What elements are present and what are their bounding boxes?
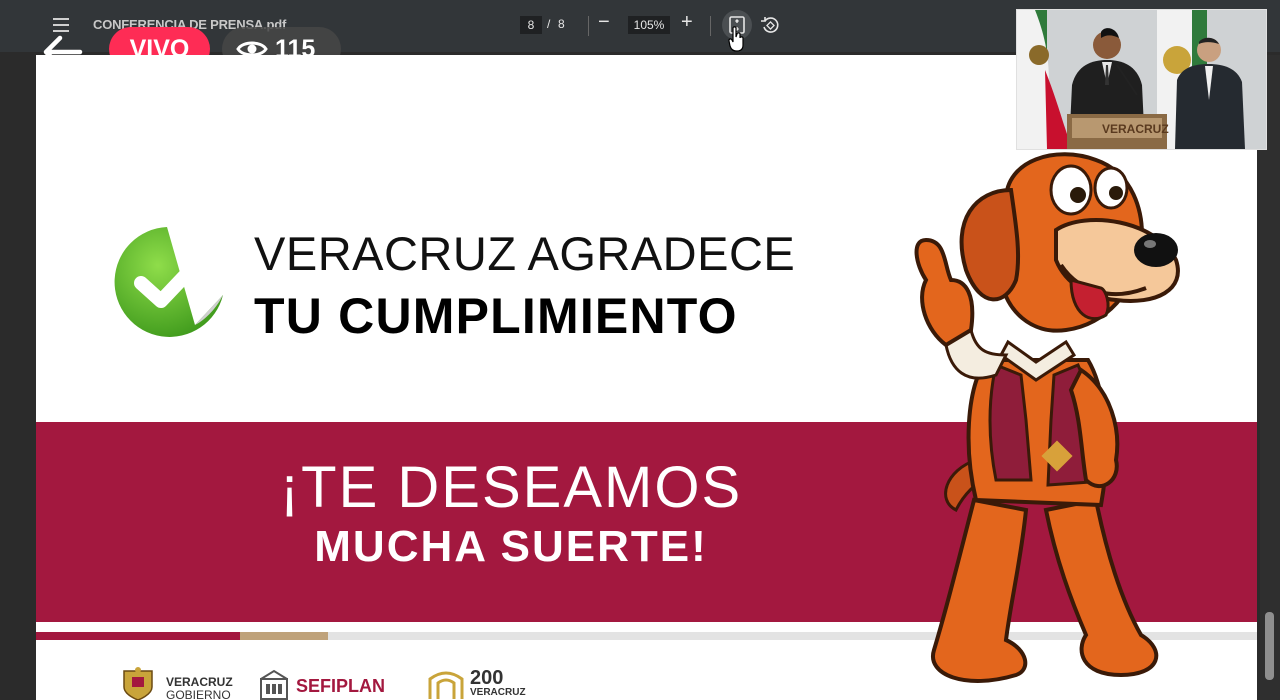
- zoom-out-button[interactable]: −: [598, 11, 610, 34]
- rotate-button[interactable]: [758, 13, 782, 37]
- zoom-in-button[interactable]: +: [681, 11, 693, 34]
- logo-veracruz-text: VERACRUZ: [166, 675, 233, 689]
- headline-line-1: VERACRUZ AGRADECE: [254, 227, 796, 280]
- logo-bicentenario: 200 VERACRUZ: [426, 667, 526, 700]
- stripe-maroon: [36, 632, 240, 640]
- page-separator: /: [547, 17, 551, 31]
- page-total: 8: [558, 17, 565, 31]
- rotate-icon: [761, 17, 779, 33]
- headline-line-2: TU CUMPLIMIENTO: [254, 288, 738, 344]
- hand-cursor-icon: [728, 26, 744, 52]
- sefiplan-building-icon: [260, 669, 288, 700]
- logo-gobierno-text: GOBIERNO: [166, 688, 231, 700]
- banner-line-2: MUCHA SUERTE!: [314, 522, 708, 571]
- pdf-page: VERACRUZ AGRADECE TU CUMPLIMIENTO ¡TE DE…: [36, 55, 1257, 700]
- coat-of-arms-icon: [123, 667, 153, 700]
- bicentenario-arch-icon: [428, 671, 464, 699]
- podium-label: VERACRUZ: [1102, 122, 1169, 136]
- mascot-dog-illustration: [914, 152, 1180, 683]
- bicentenario-text: VERACRUZ: [470, 687, 526, 698]
- scrollbar-thumb[interactable]: [1265, 612, 1274, 680]
- page-number-input[interactable]: 8: [520, 16, 542, 34]
- toolbar-divider: [710, 16, 711, 36]
- vertical-scrollbar[interactable]: [1260, 55, 1280, 700]
- check-badge-icon: [114, 227, 223, 337]
- banner-line-1: ¡TE DESEAMOS: [279, 455, 743, 520]
- sefiplan-text: SEFIPLAN: [296, 676, 386, 696]
- stripe-gold: [240, 632, 328, 640]
- toolbar-divider: [588, 16, 589, 36]
- zoom-level-input[interactable]: 105%: [628, 16, 670, 34]
- camera-pip[interactable]: VERACRUZ: [1016, 9, 1267, 150]
